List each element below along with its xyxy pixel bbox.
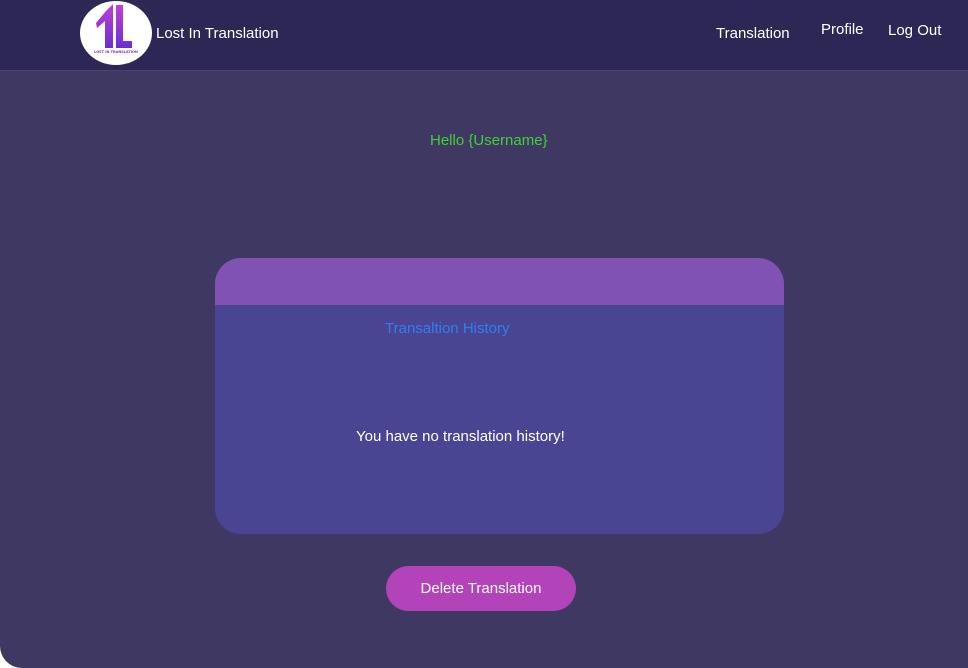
translation-history-card: Transaltion History You have no translat…	[215, 258, 784, 534]
history-title: Transaltion History	[385, 320, 510, 337]
nav-profile-link[interactable]: Profile	[821, 21, 864, 38]
nav-logout-link[interactable]: Log Out	[888, 22, 941, 39]
profile-page: LOST IN TRANSLATION Lost In Translation …	[0, 0, 968, 668]
logo[interactable]: LOST IN TRANSLATION	[80, 1, 152, 65]
top-navbar: LOST IN TRANSLATION Lost In Translation …	[0, 0, 968, 71]
app-name: Lost In Translation	[156, 25, 279, 42]
delete-translation-button[interactable]: Delete Translation	[386, 566, 576, 611]
nav-translation-link[interactable]: Translation	[716, 25, 790, 42]
greeting-text: Hello {Username}	[430, 132, 548, 149]
logo-icon	[96, 4, 132, 48]
history-card-header	[215, 258, 784, 305]
history-empty-message: You have no translation history!	[356, 428, 565, 445]
logo-caption: LOST IN TRANSLATION	[94, 50, 138, 54]
